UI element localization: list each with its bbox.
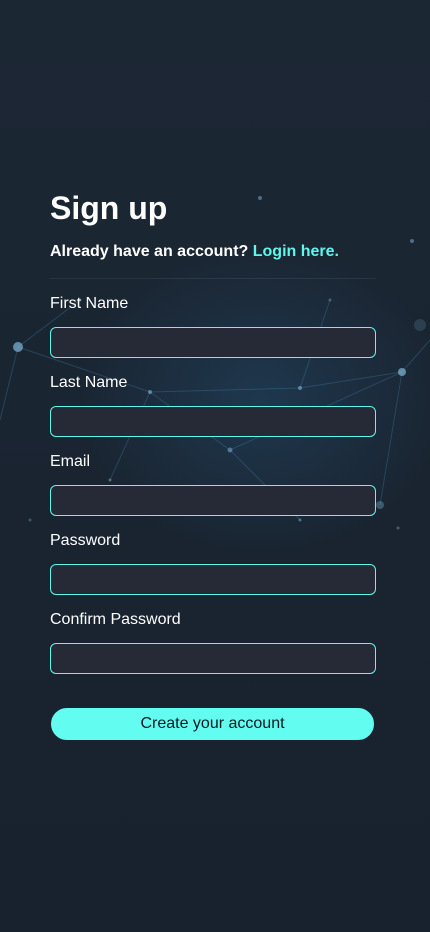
last-name-field: Last Name	[50, 372, 376, 437]
last-name-input[interactable]	[50, 406, 376, 437]
password-input[interactable]	[50, 564, 376, 595]
email-input[interactable]	[50, 485, 376, 516]
confirm-password-input[interactable]	[50, 643, 376, 674]
confirm-password-label: Confirm Password	[50, 611, 181, 628]
password-field: Password	[50, 530, 376, 595]
password-label: Password	[50, 532, 121, 549]
email-label: Email	[50, 453, 91, 470]
page-title: Sign up	[50, 190, 168, 226]
create-account-button[interactable]: Create your account	[50, 707, 375, 741]
confirm-password-field: Confirm Password	[50, 609, 376, 674]
divider	[50, 278, 376, 279]
last-name-label: Last Name	[50, 374, 128, 391]
first-name-input[interactable]	[50, 327, 376, 358]
login-prompt-text: Already have an account?	[50, 243, 249, 260]
first-name-field: First Name	[50, 293, 376, 358]
first-name-label: First Name	[50, 295, 129, 312]
login-prompt: Already have an account? Login here.	[50, 240, 376, 264]
email-field: Email	[50, 451, 376, 516]
signup-form: Sign up Already have an account? Login h…	[50, 186, 376, 674]
login-link[interactable]: Login here.	[253, 243, 339, 260]
